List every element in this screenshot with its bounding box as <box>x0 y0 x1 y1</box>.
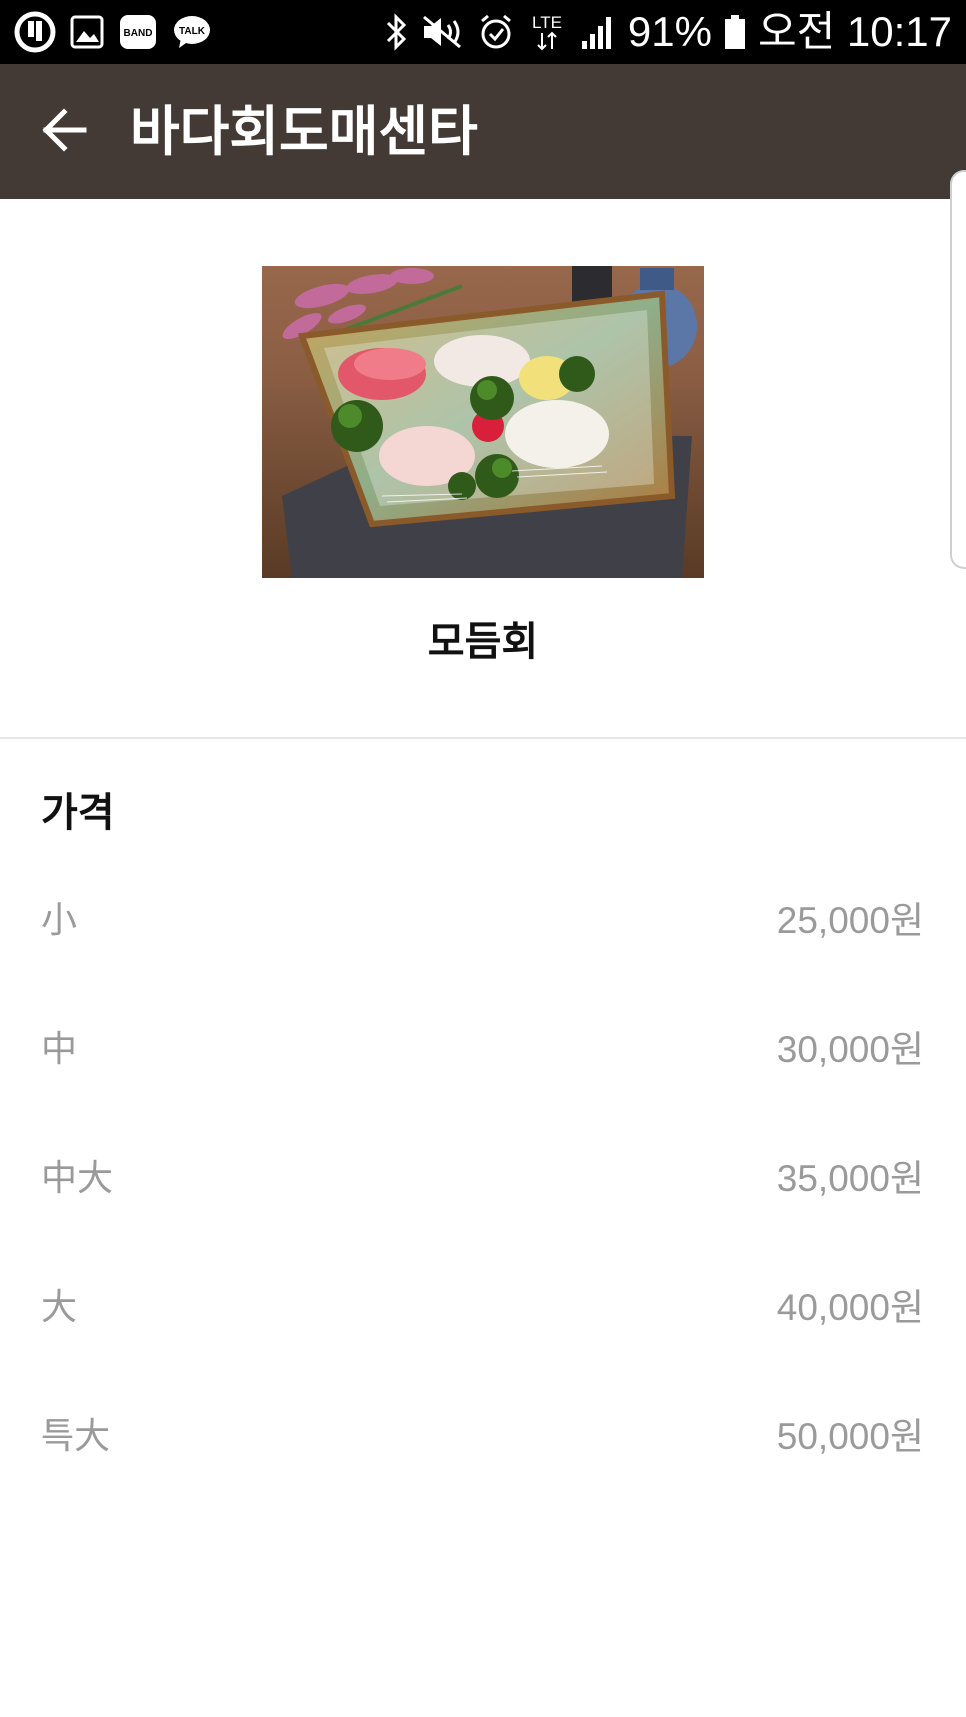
size-label: 특大 <box>41 1416 111 1457</box>
price-row-small: 小 25,000원 <box>0 880 966 1009</box>
back-button[interactable] <box>30 100 98 164</box>
price-value: 35,000원 <box>776 1158 924 1199</box>
u-plus-icon <box>14 11 56 53</box>
price-heading: 가격 <box>41 790 115 836</box>
price-value: 25,000원 <box>776 900 924 941</box>
mute-icon <box>420 13 466 51</box>
product-name: 모듬회 <box>427 619 539 665</box>
product-photo <box>262 266 704 578</box>
talk-label: TALK <box>179 26 206 37</box>
system-indicators: LTE 91% 오전 10:17 <box>384 6 952 58</box>
band-label: BAND <box>124 28 153 39</box>
lte-icon: LTE <box>526 11 568 53</box>
price-value: 40,000원 <box>776 1287 924 1328</box>
price-row-extra-large: 특大 50,000원 <box>0 1396 966 1525</box>
alarm-icon <box>478 13 514 51</box>
bluetooth-icon <box>384 13 408 51</box>
size-label: 大 <box>41 1287 78 1328</box>
price-row-medium: 中 30,000원 <box>0 1009 966 1138</box>
battery-icon <box>724 13 746 51</box>
notification-icons: BAND TALK <box>14 10 212 54</box>
price-list: 小 25,000원 中 30,000원 中大 35,000원 大 40,000원… <box>0 880 966 1525</box>
status-bar: BAND TALK LTE 91% 오전 10:17 <box>0 0 966 64</box>
app-bar: 바다회도매센타 <box>0 64 966 199</box>
arrow-back-icon <box>40 108 88 156</box>
price-row-large: 大 40,000원 <box>0 1267 966 1396</box>
edge-panel-handle[interactable] <box>950 170 966 569</box>
price-value: 50,000원 <box>776 1416 924 1457</box>
clock: 오전 10:17 <box>757 8 952 55</box>
size-label: 中 <box>41 1029 78 1070</box>
price-value: 30,000원 <box>776 1029 924 1070</box>
divider <box>0 737 966 739</box>
price-row-medium-large: 中大 35,000원 <box>0 1138 966 1267</box>
battery-percent: 91% <box>627 8 712 55</box>
band-icon: BAND <box>118 13 158 51</box>
lte-label: LTE <box>532 13 562 32</box>
size-label: 中大 <box>41 1158 114 1199</box>
signal-icon <box>580 13 616 51</box>
kakaotalk-icon: TALK <box>172 14 212 50</box>
size-label: 小 <box>41 900 78 941</box>
page-title: 바다회도매센타 <box>130 100 478 163</box>
gallery-icon <box>70 15 104 49</box>
